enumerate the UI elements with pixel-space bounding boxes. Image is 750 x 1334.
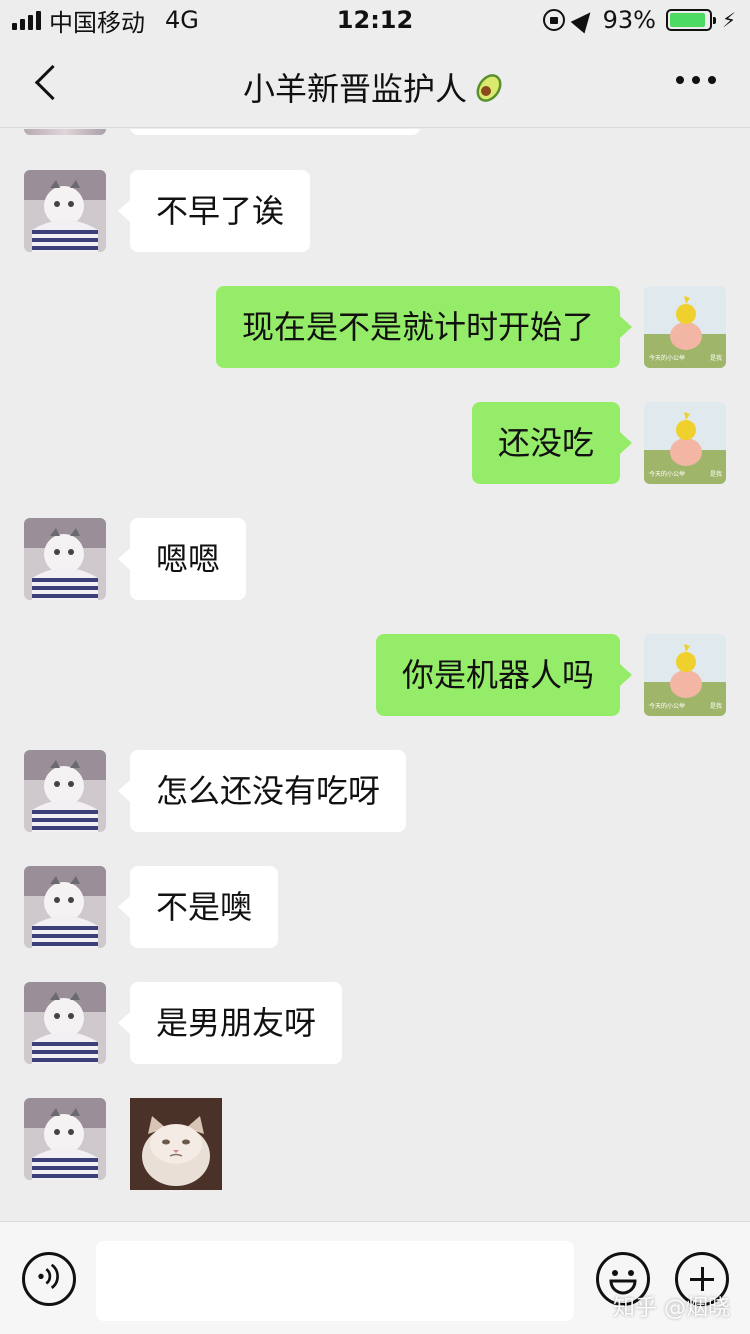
cat-avatar[interactable] (24, 1098, 106, 1180)
cat-avatar-partial (24, 129, 106, 135)
charging-icon: ⚡ (721, 8, 736, 32)
location-icon (570, 6, 597, 34)
more-button[interactable] (676, 76, 716, 84)
self-avatar[interactable]: 今天的小公举 是我 (644, 402, 726, 484)
voice-button[interactable] (22, 1252, 76, 1306)
nav-bar: 小羊新晋监护人 (0, 40, 750, 128)
status-right: 93% ⚡ (542, 6, 736, 34)
self-avatar[interactable]: 今天的小公举 是我 (644, 286, 726, 368)
chat-title: 小羊新晋监护人 (0, 64, 750, 110)
cat-avatar[interactable] (24, 982, 106, 1064)
status-bar: 中国移动 4G 12:12 93% ⚡ (0, 0, 750, 40)
cat-avatar[interactable] (24, 866, 106, 948)
self-avatar-caption: 今天的小公举 (649, 470, 685, 478)
message-bubble-outgoing[interactable]: 还没吃 (471, 402, 633, 484)
rotation-lock-icon (542, 9, 565, 31)
chat-title-text: 小羊新晋监护人 (242, 70, 467, 108)
more-dot (692, 76, 700, 84)
cat-avatar[interactable] (24, 170, 106, 252)
more-dot (676, 76, 684, 84)
message-bubble-incoming[interactable]: 怎么还没有吃呀 (117, 750, 407, 832)
watermark: 知乎 @烟晓 (613, 1296, 730, 1321)
cat-avatar[interactable] (24, 518, 106, 600)
message-bubble-incoming[interactable]: 嗯嗯 (117, 518, 247, 600)
more-dot (708, 76, 716, 84)
voice-icon (38, 1263, 59, 1289)
self-avatar-caption: 是我 (710, 354, 722, 362)
message-bubble-outgoing[interactable]: 现在是不是就计时开始了 (215, 286, 633, 368)
battery-icon (665, 9, 716, 31)
battery-fill (669, 13, 706, 27)
message-bubble-incoming[interactable]: 不是噢 (117, 866, 279, 948)
self-avatar-caption: 今天的小公举 (649, 354, 685, 362)
chat-area[interactable]: 不早了诶 现在是不是就计时开始了 今天的小公举 是我 还没吃 今天的小公举 是我 嗯… (0, 129, 750, 1221)
message-bubble-partial (130, 129, 420, 135)
message-input[interactable] (96, 1241, 574, 1321)
self-avatar[interactable]: 今天的小公举 是我 (644, 634, 726, 716)
self-avatar-caption: 今天的小公举 (649, 702, 685, 710)
cat-avatar[interactable] (24, 750, 106, 832)
message-bubble-incoming[interactable]: 是男朋友呀 (117, 982, 343, 1064)
message-bubble-outgoing[interactable]: 你是机器人吗 (375, 634, 633, 716)
self-avatar-caption: 是我 (710, 702, 722, 710)
avocado-icon (476, 74, 502, 102)
battery-percent: 93% (602, 6, 656, 34)
grumpy-cat-sticker[interactable] (130, 1098, 222, 1190)
self-avatar-caption: 是我 (710, 470, 722, 478)
message-bubble-incoming[interactable]: 不早了诶 (117, 170, 311, 252)
